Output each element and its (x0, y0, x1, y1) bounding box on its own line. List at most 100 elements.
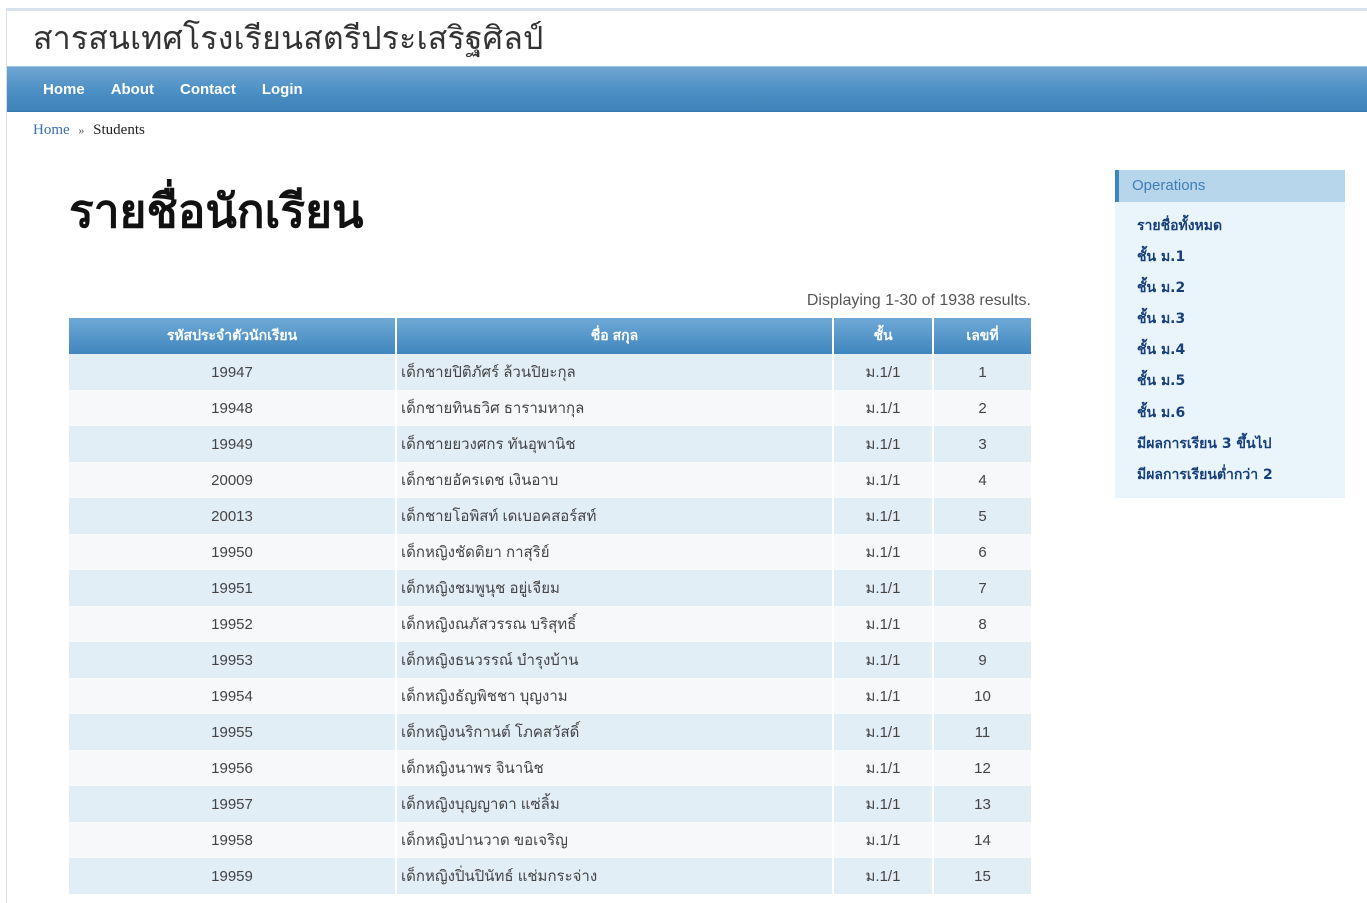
class-cell: ม.1/1 (833, 642, 934, 678)
main-content: รายชื่อนักเรียน Displaying 1-30 of 1938 … (69, 175, 1031, 894)
table-row[interactable]: 19958 เด็กหญิงปานวาด ขอเจริญ ม.1/1 14 (69, 822, 1031, 858)
student-id-cell: 19953 (69, 642, 397, 678)
operations-item: ชั้น ม.1 (1137, 245, 1345, 276)
student-id-cell: 19957 (69, 786, 397, 822)
number-cell: 2 (933, 390, 1031, 426)
main-menu: Home About Contact Login (7, 66, 1367, 112)
table-row[interactable]: 19955 เด็กหญิงนริกานต์ โภคสวัสดิ์ ม.1/1 11 (69, 714, 1031, 750)
table-row[interactable]: 19947 เด็กชายปิติภัศร์ ล้วนปิยะกุล ม.1/1 1 (69, 354, 1031, 390)
page-title: รายชื่อนักเรียน (69, 184, 364, 238)
menu-home[interactable]: Home (43, 81, 85, 98)
number-cell: 3 (933, 426, 1031, 462)
operations-title: Operations (1115, 170, 1345, 202)
menu-login[interactable]: Login (262, 81, 303, 98)
table-row[interactable]: 19953 เด็กหญิงธนวรรณ์ บำรุงบ้าน ม.1/1 9 (69, 642, 1031, 678)
number-cell: 4 (933, 462, 1031, 498)
table-row[interactable]: 19950 เด็กหญิงชัดติยา กาสุริย์ ม.1/1 6 (69, 534, 1031, 570)
column-header-name[interactable]: ชื่อ สกุล (396, 318, 834, 354)
number-cell: 9 (933, 642, 1031, 678)
student-id-cell: 19951 (69, 570, 397, 606)
op-grade-5[interactable]: ชั้น ม.5 (1137, 373, 1185, 389)
class-cell: ม.1/1 (833, 606, 934, 642)
student-name-cell: เด็กหญิงนริกานต์ โภคสวัสดิ์ (396, 714, 834, 750)
student-id-cell: 19950 (69, 534, 397, 570)
class-cell: ม.1/1 (833, 570, 934, 606)
op-grade-4[interactable]: ชั้น ม.4 (1137, 342, 1185, 358)
class-cell: ม.1/1 (833, 426, 934, 462)
student-id-cell: 19955 (69, 714, 397, 750)
student-id-cell: 19952 (69, 606, 397, 642)
op-all-students[interactable]: รายชื่อทั้งหมด (1137, 218, 1222, 234)
breadcrumb-separator: » (78, 123, 85, 137)
class-cell: ม.1/1 (833, 714, 934, 750)
table-row[interactable]: 20009 เด็กชายอัครเดช เงินอาบ ม.1/1 4 (69, 462, 1031, 498)
number-cell: 5 (933, 498, 1031, 534)
student-name-cell: เด็กหญิงณภัสวรรณ บริสุทธิ์ (396, 606, 834, 642)
student-name-cell: เด็กหญิงชมพูนุช อยู่เจียม (396, 570, 834, 606)
operations-item: มีผลการเรียน 3 ขึ้นไป (1137, 432, 1345, 463)
student-name-cell: เด็กชายทินธวิศ ธารามหากุล (396, 390, 834, 426)
table-row[interactable]: 19951 เด็กหญิงชมพูนุช อยู่เจียม ม.1/1 7 (69, 570, 1031, 606)
class-cell: ม.1/1 (833, 462, 934, 498)
site-title: สารสนเทศโรงเรียนสตรีประเสริฐศิลป์ (33, 19, 544, 57)
class-cell: ม.1/1 (833, 534, 934, 570)
op-gpa-3-up[interactable]: มีผลการเรียน 3 ขึ้นไป (1137, 436, 1272, 452)
student-id-cell: 20013 (69, 498, 397, 534)
op-grade-3[interactable]: ชั้น ม.3 (1137, 311, 1185, 327)
student-id-cell: 19958 (69, 822, 397, 858)
operations-list: รายชื่อทั้งหมด ชั้น ม.1 ชั้น ม.2 ชั้น ม.… (1115, 202, 1345, 494)
number-cell: 11 (933, 714, 1031, 750)
class-cell: ม.1/1 (833, 786, 934, 822)
breadcrumb-home-link[interactable]: Home (33, 122, 70, 138)
menu-contact[interactable]: Contact (180, 81, 236, 98)
number-cell: 12 (933, 750, 1031, 786)
column-header-number[interactable]: เลขที่ (933, 318, 1031, 354)
operations-item: รายชื่อทั้งหมด (1137, 214, 1345, 245)
class-cell: ม.1/1 (833, 750, 934, 786)
student-id-cell: 20009 (69, 462, 397, 498)
student-id-cell: 19947 (69, 354, 397, 390)
student-name-cell: เด็กหญิงปิ่นปินัทธ์ แช่มกระจ่าง (396, 858, 834, 894)
number-cell: 1 (933, 354, 1031, 390)
column-header-class[interactable]: ชั้น (833, 318, 934, 354)
table-row[interactable]: 20013 เด็กชายโอพิสท์ เดเบอคสอร์สท์ ม.1/1 5 (69, 498, 1031, 534)
student-name-cell: เด็กชายปิติภัศร์ ล้วนปิยะกุล (396, 354, 834, 390)
op-gpa-below-2[interactable]: มีผลการเรียนต่ำกว่า 2 (1137, 467, 1273, 483)
student-name-cell: เด็กหญิงธนวรรณ์ บำรุงบ้าน (396, 642, 834, 678)
class-cell: ม.1/1 (833, 390, 934, 426)
table-row[interactable]: 19954 เด็กหญิงธัญพิชชา บุญงาม ม.1/1 10 (69, 678, 1031, 714)
number-cell: 7 (933, 570, 1031, 606)
table-row[interactable]: 19959 เด็กหญิงปิ่นปินัทธ์ แช่มกระจ่าง ม.1/… (69, 858, 1031, 894)
table-row[interactable]: 19949 เด็กชายยวงศกร ทันอุพานิช ม.1/1 3 (69, 426, 1031, 462)
op-grade-2[interactable]: ชั้น ม.2 (1137, 280, 1185, 296)
menu-about[interactable]: About (111, 81, 154, 98)
op-grade-1[interactable]: ชั้น ม.1 (1137, 249, 1185, 265)
student-name-cell: เด็กชายอัครเดช เงินอาบ (396, 462, 834, 498)
class-cell: ม.1/1 (833, 822, 934, 858)
number-cell: 6 (933, 534, 1031, 570)
students-table: รหัสประจำตัวนักเรียน ชื่อ สกุล ชั้น เลขท… (69, 318, 1031, 894)
student-id-cell: 19948 (69, 390, 397, 426)
breadcrumb-current: Students (93, 122, 145, 138)
student-name-cell: เด็กชายโอพิสท์ เดเบอคสอร์สท์ (396, 498, 834, 534)
table-row[interactable]: 19952 เด็กหญิงณภัสวรรณ บริสุทธิ์ ม.1/1 8 (69, 606, 1031, 642)
operations-item: ชั้น ม.2 (1137, 276, 1345, 307)
column-header-student-id[interactable]: รหัสประจำตัวนักเรียน (69, 318, 397, 354)
student-id-cell: 19959 (69, 858, 397, 894)
table-row[interactable]: 19948 เด็กชายทินธวิศ ธารามหากุล ม.1/1 2 (69, 390, 1031, 426)
operations-sidebar: Operations รายชื่อทั้งหมด ชั้น ม.1 ชั้น … (1115, 170, 1345, 498)
student-id-cell: 19956 (69, 750, 397, 786)
table-row[interactable]: 19957 เด็กหญิงบุญญาดา แซ่ลิ้ม ม.1/1 13 (69, 786, 1031, 822)
table-header-row: รหัสประจำตัวนักเรียน ชื่อ สกุล ชั้น เลขท… (69, 318, 1031, 354)
op-grade-6[interactable]: ชั้น ม.6 (1137, 405, 1185, 421)
results-summary: Displaying 1-30 of 1938 results. (806, 292, 1031, 309)
number-cell: 14 (933, 822, 1031, 858)
table-row[interactable]: 19956 เด็กหญิงนาพร จินานิช ม.1/1 12 (69, 750, 1031, 786)
operations-item: ชั้น ม.4 (1137, 338, 1345, 369)
student-name-cell: เด็กหญิงนาพร จินานิช (396, 750, 834, 786)
student-name-cell: เด็กหญิงธัญพิชชา บุญงาม (396, 678, 834, 714)
student-name-cell: เด็กหญิงบุญญาดา แซ่ลิ้ม (396, 786, 834, 822)
breadcrumb: Home » Students (7, 112, 1367, 139)
student-id-cell: 19954 (69, 678, 397, 714)
class-cell: ม.1/1 (833, 678, 934, 714)
